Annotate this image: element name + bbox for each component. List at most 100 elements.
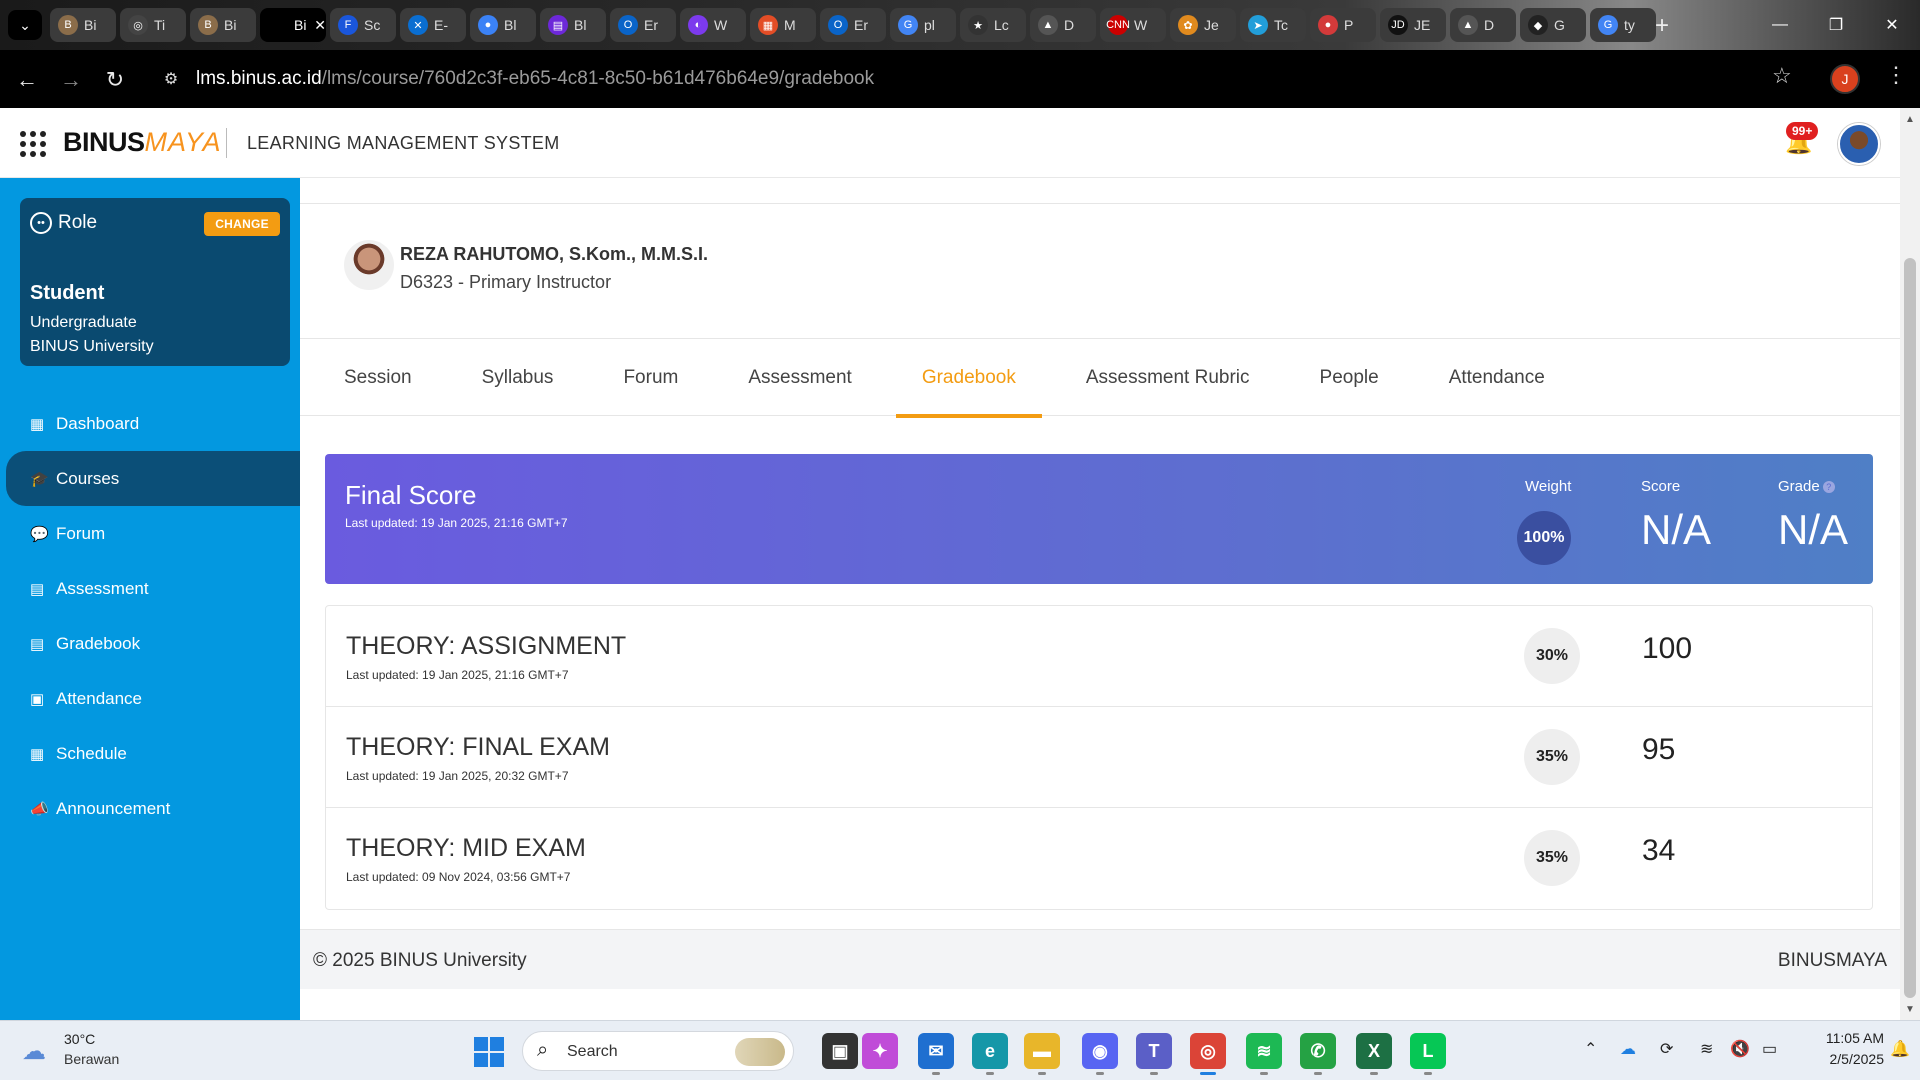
browser-menu-icon[interactable]: ⋮ xyxy=(1885,62,1907,88)
app-launcher-icon[interactable] xyxy=(20,131,46,157)
sync-icon[interactable]: ⟳ xyxy=(1660,1039,1673,1059)
browser-tab[interactable]: ● P xyxy=(1310,8,1376,42)
score-row[interactable]: THEORY: MID EXAM Last updated: 09 Nov 202… xyxy=(326,808,1872,909)
browser-tab[interactable]: F Sc xyxy=(330,8,396,42)
sidebar-item-dashboard[interactable]: ▦ Dashboard xyxy=(0,396,300,451)
user-avatar[interactable] xyxy=(1838,123,1880,165)
forward-icon[interactable]: → xyxy=(56,65,86,95)
file-explorer-icon[interactable]: ▬ xyxy=(1024,1033,1060,1075)
excel-icon[interactable]: X xyxy=(1356,1033,1392,1075)
clock-date[interactable]: 2/5/2025 xyxy=(1798,1051,1885,1067)
tab-label: W xyxy=(714,17,728,33)
running-indicator xyxy=(1200,1072,1216,1075)
tray-chevron-icon[interactable]: ⌃ xyxy=(1584,1039,1597,1059)
weather-temp[interactable]: 30°C xyxy=(64,1031,95,1047)
browser-tab[interactable]: B Bi xyxy=(190,8,256,42)
clock-time[interactable]: 11:05 AM xyxy=(1798,1030,1884,1046)
running-indicator xyxy=(1096,1072,1104,1075)
browser-tab[interactable]: ➤ Tc xyxy=(1240,8,1306,42)
grade-header: Grade? xyxy=(1778,478,1835,495)
browser-tab[interactable]: CNN W xyxy=(1100,8,1166,42)
teams-icon[interactable]: T xyxy=(1136,1033,1172,1075)
grade-help-icon[interactable]: ? xyxy=(1822,481,1835,494)
tab-people[interactable]: People xyxy=(1294,339,1405,416)
browser-tab[interactable]: B Bi xyxy=(50,8,116,42)
sidebar-item-schedule[interactable]: ▦ Schedule xyxy=(0,726,300,781)
sidebar-item-courses[interactable]: 🎓 Courses xyxy=(6,451,300,506)
score-title: THEORY: FINAL EXAM xyxy=(346,733,610,761)
sidebar-item-attendance[interactable]: ▣ Attendance xyxy=(0,671,300,726)
scroll-up-icon[interactable]: ▲ xyxy=(1905,114,1915,125)
weather-cloud-icon[interactable]: ☁ xyxy=(22,1037,54,1065)
tab-search-button[interactable]: ⌄ xyxy=(8,10,42,40)
notification-center-icon[interactable]: 🔔 xyxy=(1890,1039,1910,1059)
new-tab-button[interactable]: + xyxy=(1648,12,1676,40)
page-scrollbar[interactable]: ▲ ▼ xyxy=(1900,108,1920,1020)
spotify-icon[interactable]: ≋ xyxy=(1246,1033,1282,1075)
tab-assessment-rubric[interactable]: Assessment Rubric xyxy=(1060,339,1276,416)
score-row[interactable]: THEORY: FINAL EXAM Last updated: 19 Jan 2… xyxy=(326,707,1872,808)
browser-profile-avatar[interactable]: J xyxy=(1830,64,1860,94)
change-role-button[interactable]: CHANGE xyxy=(204,212,280,236)
minimize-icon[interactable]: — xyxy=(1752,0,1808,50)
browser-tab[interactable]: ▲ D xyxy=(1030,8,1096,42)
browser-tab[interactable]: ◐ W xyxy=(680,8,746,42)
browser-tab[interactable]: ✕ E- xyxy=(400,8,466,42)
whatsapp-icon[interactable]: ✆ xyxy=(1300,1033,1336,1075)
tab-session[interactable]: Session xyxy=(318,339,438,416)
reload-icon[interactable]: ↻ xyxy=(100,65,130,95)
sidebar: •• Role CHANGE Student Undergraduate BIN… xyxy=(0,178,300,1020)
taskbar-search[interactable]: ⌕ Search xyxy=(522,1031,794,1071)
browser-tab[interactable]: ★ Lc xyxy=(960,8,1026,42)
browser-tab[interactable]: ◆ G xyxy=(1520,8,1586,42)
sidebar-item-announcement[interactable]: 📣 Announcement xyxy=(0,781,300,836)
bookmark-star-icon[interactable]: ☆ xyxy=(1772,63,1792,89)
sidebar-item-assessment[interactable]: ▤ Assessment xyxy=(0,561,300,616)
binusmaya-logo[interactable]: BINUSMAYA xyxy=(63,127,222,158)
task-view-icon[interactable]: ▣ xyxy=(822,1033,858,1069)
browser-tab[interactable]: Gty xyxy=(1590,8,1656,42)
address-bar-row: ← → ↻ ⚙ lms.binus.ac.id/lms/course/760d2… xyxy=(0,50,1920,108)
browser-tab[interactable]: O Er xyxy=(820,8,886,42)
start-windows-icon[interactable] xyxy=(474,1037,504,1067)
mail-icon[interactable]: ✉ xyxy=(918,1033,954,1075)
browser-tab[interactable]: ✿ Je xyxy=(1170,8,1236,42)
browser-tab[interactable]: ▤ Bl xyxy=(540,8,606,42)
wifi-icon[interactable]: ≋ xyxy=(1700,1039,1713,1059)
scroll-thumb[interactable] xyxy=(1904,258,1916,998)
browser-tab[interactable]: ● Bl xyxy=(470,8,536,42)
tab-gradebook[interactable]: Gradebook xyxy=(895,339,1042,418)
browser-tab[interactable]: Bi ✕ xyxy=(260,8,326,42)
scroll-down-icon[interactable]: ▼ xyxy=(1905,1004,1915,1015)
close-window-icon[interactable]: ✕ xyxy=(1864,0,1920,50)
volume-muted-icon[interactable]: 🔇 xyxy=(1730,1039,1750,1059)
tab-assessment[interactable]: Assessment xyxy=(722,339,877,416)
tab-close-icon[interactable]: ✕ xyxy=(314,17,326,34)
tab-favicon-icon: B xyxy=(58,15,78,35)
browser-tab[interactable]: JD JE xyxy=(1380,8,1446,42)
site-info-icon[interactable]: ⚙ xyxy=(156,64,186,94)
browser-tab[interactable]: ▲ D xyxy=(1450,8,1516,42)
back-icon[interactable]: ← xyxy=(12,65,42,95)
score-row[interactable]: THEORY: ASSIGNMENT Last updated: 19 Jan 2… xyxy=(326,606,1872,707)
battery-icon[interactable]: ▭ xyxy=(1762,1039,1777,1059)
weather-description[interactable]: Berawan xyxy=(64,1051,119,1067)
tab-forum[interactable]: Forum xyxy=(597,339,704,416)
tab-attendance[interactable]: Attendance xyxy=(1423,339,1571,416)
copilot-icon[interactable]: ✦ xyxy=(862,1033,898,1069)
browser-tab[interactable]: ▦ M xyxy=(750,8,816,42)
tab-strip: B Bi ◎ Ti B Bi Bi ✕ F Sc ✕ E- ● Bl ▤ Bl O Er ◐ W ▦ M O Er Gpl ★ Lc… xyxy=(50,8,1656,42)
sidebar-item-forum[interactable]: 💬 Forum xyxy=(0,506,300,561)
tab-syllabus[interactable]: Syllabus xyxy=(456,339,580,416)
line-icon[interactable]: L xyxy=(1410,1033,1446,1075)
discord-icon[interactable]: ◉ xyxy=(1082,1033,1118,1075)
edge-icon[interactable]: e xyxy=(972,1033,1008,1075)
browser-tab[interactable]: O Er xyxy=(610,8,676,42)
onedrive-icon[interactable]: ☁ xyxy=(1620,1039,1636,1059)
browser-tab[interactable]: ◎ Ti xyxy=(120,8,186,42)
restore-icon[interactable]: ❐ xyxy=(1808,0,1864,50)
browser-tab[interactable]: Gpl xyxy=(890,8,956,42)
chrome-icon[interactable]: ◎ xyxy=(1190,1033,1226,1075)
sidebar-item-gradebook[interactable]: ▤ Gradebook xyxy=(0,616,300,671)
url-field[interactable]: ⚙ lms.binus.ac.id/lms/course/760d2c3f-eb… xyxy=(150,58,1790,100)
